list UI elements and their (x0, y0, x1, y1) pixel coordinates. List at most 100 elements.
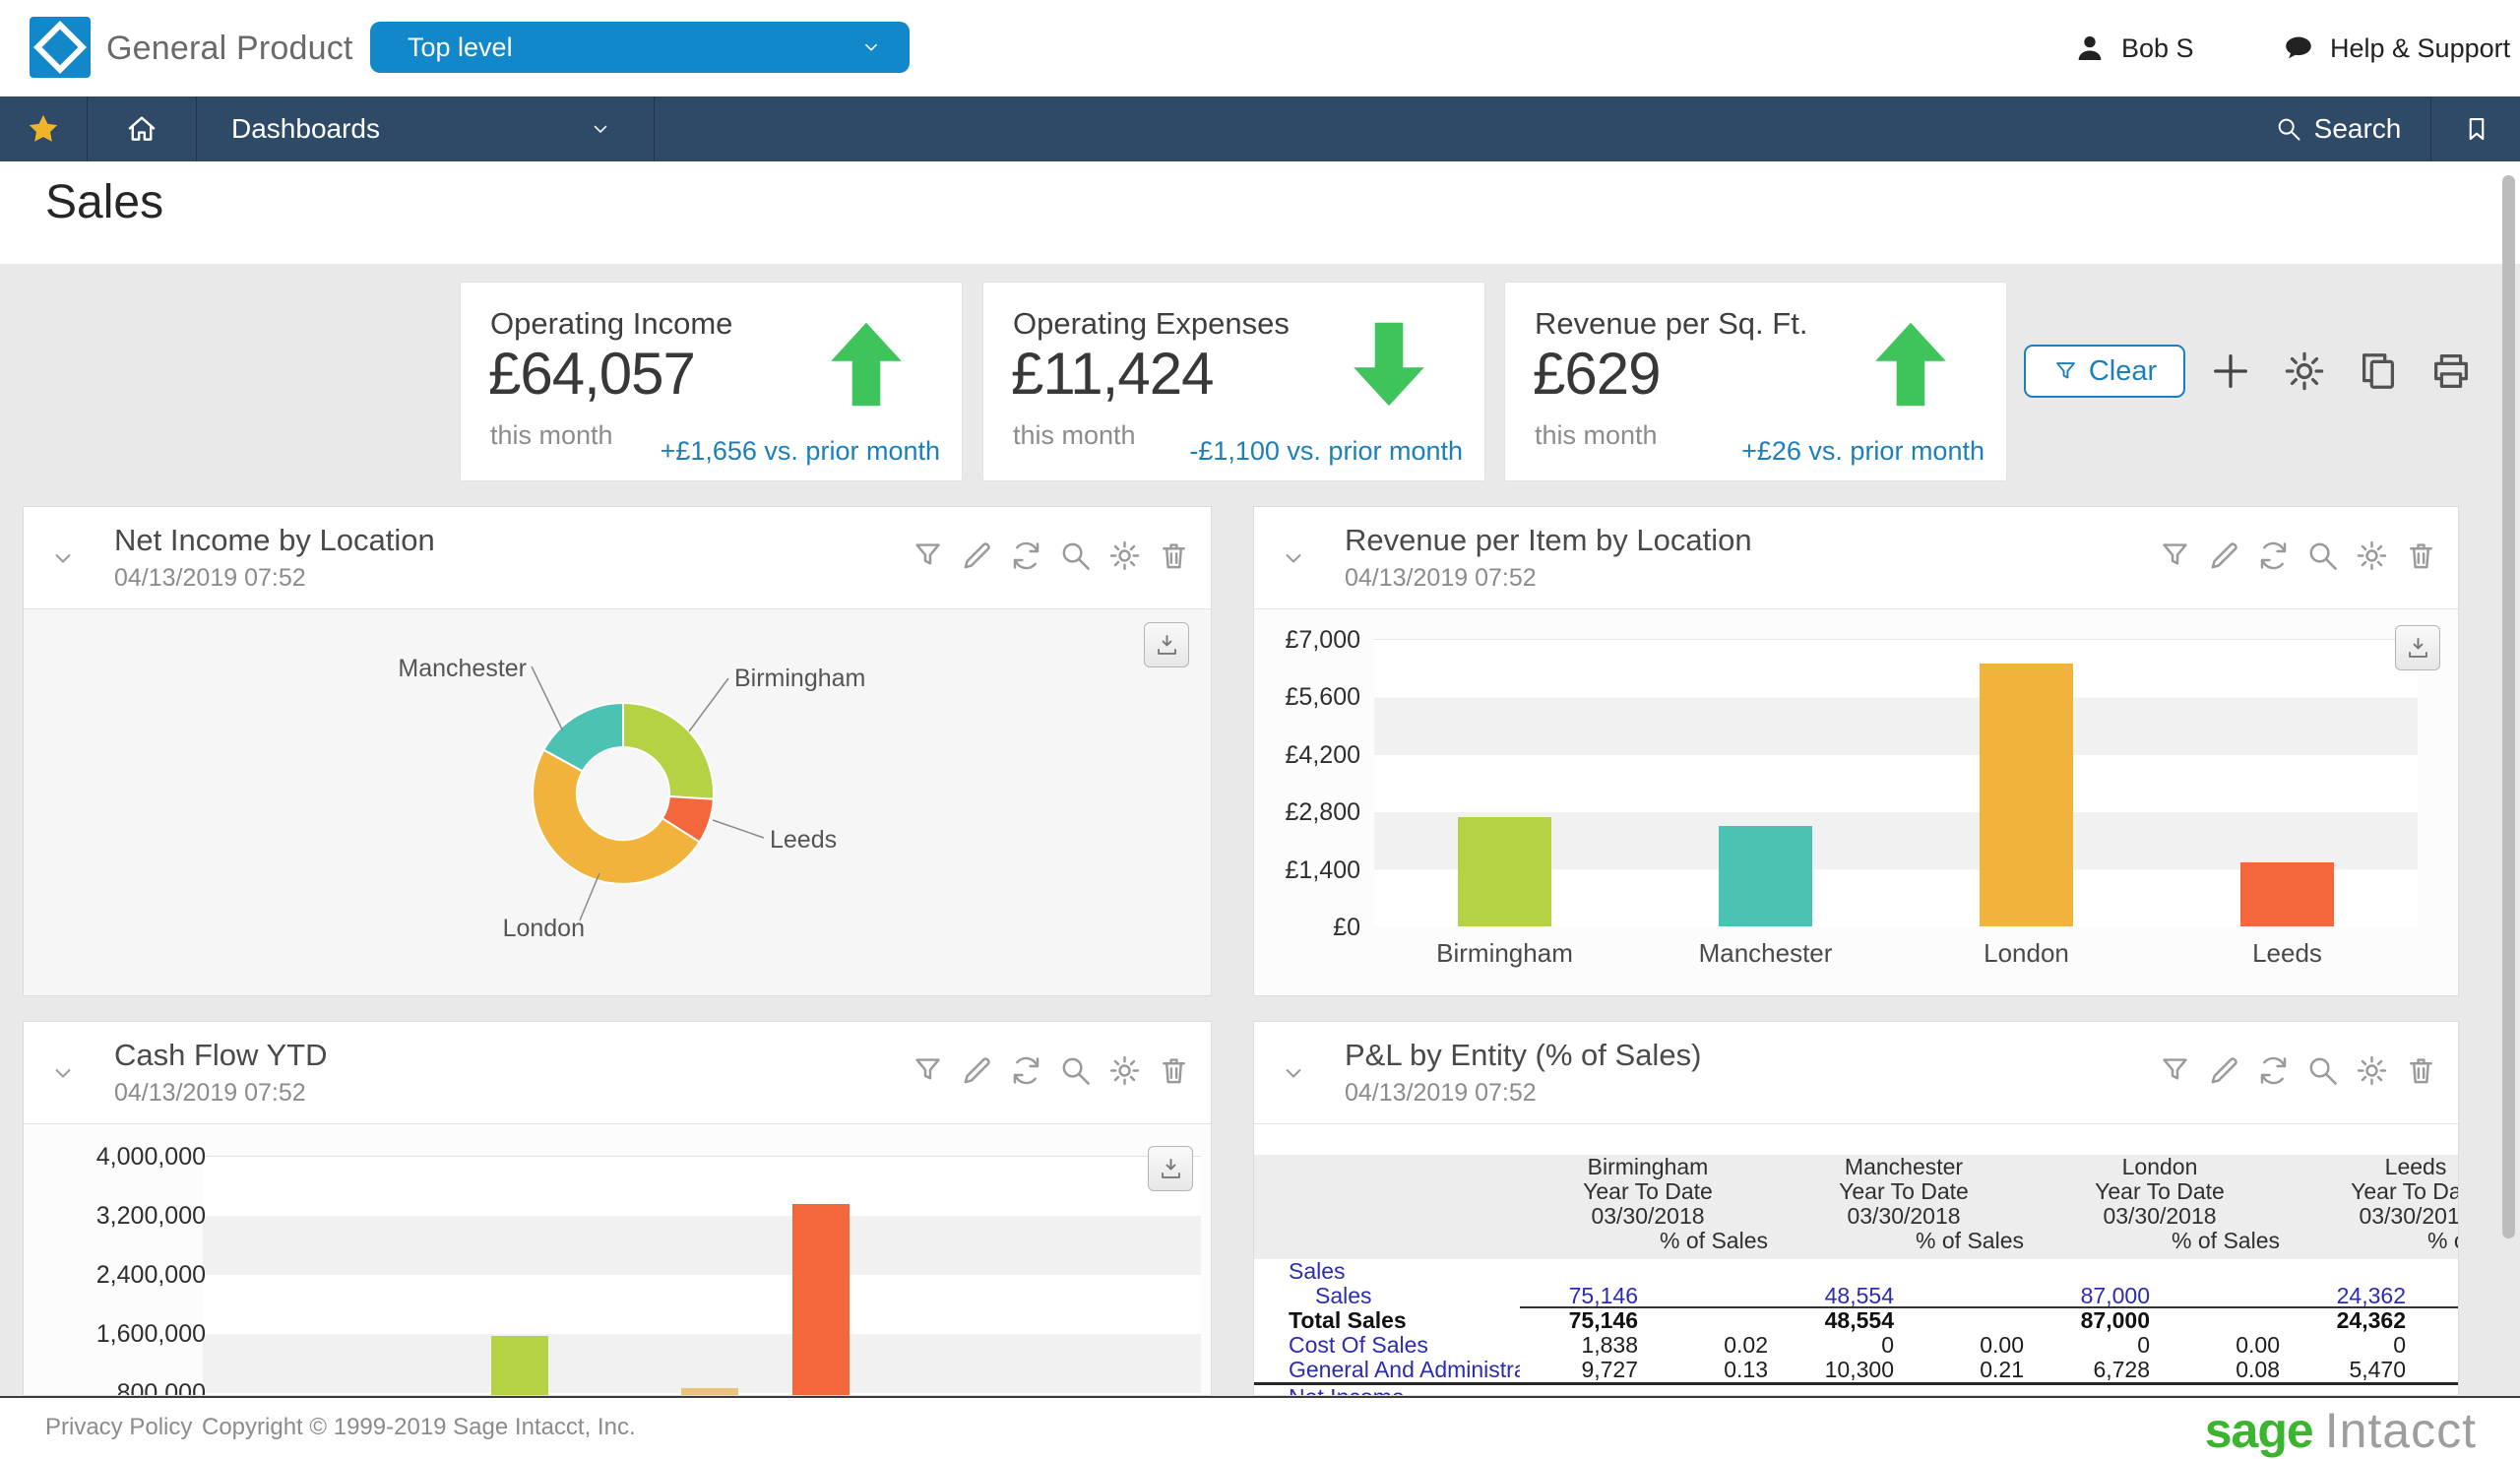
table-row: Cost Of Sales 1,838 0.02 0 0.00 0 0.00 0 (1254, 1333, 2458, 1358)
help-support-link[interactable]: Help & Support (2282, 0, 2510, 96)
table-row: Sales (1254, 1259, 2458, 1284)
donut-slice-birmingham[interactable] (622, 701, 715, 800)
bar-manchester[interactable] (1719, 825, 1812, 926)
collapse-panel-icon[interactable] (1280, 1059, 1307, 1087)
edit-icon[interactable] (960, 1053, 994, 1088)
pnl-value-cell: 87,000 (2032, 1284, 2160, 1308)
panel-header: Net Income by Location 04/13/2019 07:52 (24, 507, 1211, 609)
kpi-card: Revenue per Sq. Ft. £629 this month +£26 vs… (1504, 282, 2007, 481)
pnl-value-cell (2288, 1382, 2416, 1395)
pnl-pct-cell (1904, 1382, 2032, 1395)
pnl-column-header: LeedsYear To Date03/30/2018% of Sales (2288, 1155, 2459, 1253)
filter-icon[interactable] (911, 1053, 945, 1088)
refresh-icon[interactable] (2256, 1053, 2291, 1088)
bookmarks-button[interactable] (2430, 96, 2520, 161)
y-axis-tick-label: £4,200 (1285, 740, 1360, 769)
trend-up-icon (828, 318, 905, 411)
settings-icon[interactable] (1107, 1053, 1142, 1088)
bar-birmingham[interactable] (1458, 817, 1551, 926)
pnl-row-label[interactable]: Net Income (1254, 1382, 1520, 1395)
bar-london[interactable] (1980, 664, 2073, 926)
privacy-policy-link[interactable]: Privacy Policy (45, 1414, 192, 1441)
download-chart-button[interactable] (1148, 1146, 1193, 1191)
home-icon (125, 112, 158, 146)
zoom-icon[interactable] (1058, 539, 1093, 573)
add-widget-button[interactable] (2208, 349, 2253, 394)
refresh-icon[interactable] (1009, 1053, 1043, 1088)
donut-slice-london[interactable] (532, 748, 702, 885)
cash-flow-bar[interactable] (681, 1388, 738, 1395)
y-axis-tick-label: £5,600 (1285, 683, 1360, 712)
net-income-donut-chart (531, 666, 765, 921)
pnl-pct-cell: 0.13 (1724, 1358, 1768, 1382)
edit-icon[interactable] (2207, 539, 2241, 573)
collapse-panel-icon[interactable] (49, 544, 77, 572)
pnl-row-label[interactable]: General And Administrative (1254, 1358, 1520, 1382)
zoom-icon[interactable] (2305, 1053, 2340, 1088)
zoom-icon[interactable] (2305, 539, 2340, 573)
delete-icon[interactable] (1157, 539, 1191, 573)
donut-slice-leeds[interactable] (661, 794, 715, 844)
bar-leeds[interactable] (2240, 862, 2334, 926)
delete-icon[interactable] (1157, 1053, 1191, 1088)
pnl-row-label[interactable]: Cost Of Sales (1254, 1333, 1520, 1358)
settings-icon[interactable] (1107, 539, 1142, 573)
donut-slice-manchester[interactable] (542, 701, 624, 773)
filter-icon[interactable] (2158, 539, 2192, 573)
y-axis-tick-label: 1,600,000 (95, 1320, 206, 1348)
settings-icon[interactable] (2355, 539, 2389, 573)
refresh-icon[interactable] (1009, 539, 1043, 573)
entity-selector-label: Top level (408, 32, 513, 62)
pnl-pct-cell: 0.21 (1980, 1358, 2024, 1382)
edit-icon[interactable] (2207, 1053, 2241, 1088)
main-nav: Dashboards Search (0, 96, 2520, 161)
pnl-column-subheader: Year To Date (1839, 1178, 1969, 1204)
edit-icon[interactable] (960, 539, 994, 573)
kpi-period: this month (1013, 420, 1136, 450)
pnl-value-cell: 24,362 (2288, 1284, 2416, 1308)
entity-selector[interactable]: Top level (370, 22, 910, 73)
filter-icon[interactable] (911, 539, 945, 573)
pnl-column-subheader: 03/30/2018 (2103, 1203, 2217, 1229)
pnl-pct-cell: 0.02 (1724, 1333, 1768, 1358)
settings-icon[interactable] (2355, 1053, 2389, 1088)
delete-icon[interactable] (2404, 1053, 2438, 1088)
pnl-value-cell (1520, 1382, 1648, 1395)
clear-filter-button[interactable]: Clear (2024, 345, 2185, 398)
cash-flow-bar[interactable] (491, 1336, 548, 1395)
pnl-row-label[interactable]: Sales (1254, 1259, 1520, 1284)
dashboards-menu[interactable]: Dashboards (196, 96, 655, 161)
copyright-text: Copyright © 1999-2019 Sage Intacct, Inc. (202, 1414, 636, 1440)
filter-icon[interactable] (2158, 1053, 2192, 1088)
x-axis-category-label: London (1984, 938, 2069, 968)
pnl-pct-cell (2160, 1284, 2288, 1308)
pnl-pct-cell (1648, 1382, 1776, 1395)
dashboards-label: Dashboards (231, 113, 380, 144)
collapse-panel-icon[interactable] (49, 1059, 77, 1087)
collapse-panel-icon[interactable] (1280, 544, 1307, 572)
download-chart-button[interactable] (1144, 622, 1189, 667)
clear-filter-label: Clear (2088, 354, 2158, 387)
zoom-icon[interactable] (1058, 1053, 1093, 1088)
home-button[interactable] (88, 96, 197, 161)
kpi-value: £64,057 (488, 341, 696, 407)
pnl-column-subheader: 03/30/2018 (2359, 1203, 2459, 1229)
panel-cash-flow-ytd: Cash Flow YTD 04/13/2019 07:52 4,000,000… (23, 1021, 1212, 1396)
star-icon (26, 111, 61, 147)
delete-icon[interactable] (2404, 539, 2438, 573)
vertical-scrollbar[interactable] (2502, 175, 2515, 1238)
duplicate-dashboard-button[interactable] (2356, 349, 2401, 394)
pnl-column-entity: Birmingham (1587, 1154, 1709, 1179)
filter-icon (2052, 358, 2079, 385)
print-dashboard-button[interactable] (2428, 349, 2474, 394)
download-chart-button[interactable] (2395, 625, 2440, 670)
cash-flow-bar[interactable] (792, 1203, 850, 1395)
pnl-value-cell (1776, 1259, 1904, 1284)
favorites-button[interactable] (0, 96, 88, 161)
panel-action-icons (2158, 1053, 2438, 1088)
pnl-row-label[interactable]: Sales (1254, 1284, 1520, 1308)
refresh-icon[interactable] (2256, 539, 2291, 573)
dashboard-settings-button[interactable] (2282, 349, 2327, 394)
user-menu[interactable]: Bob S (2073, 0, 2194, 96)
search-button[interactable]: Search (2246, 96, 2429, 161)
